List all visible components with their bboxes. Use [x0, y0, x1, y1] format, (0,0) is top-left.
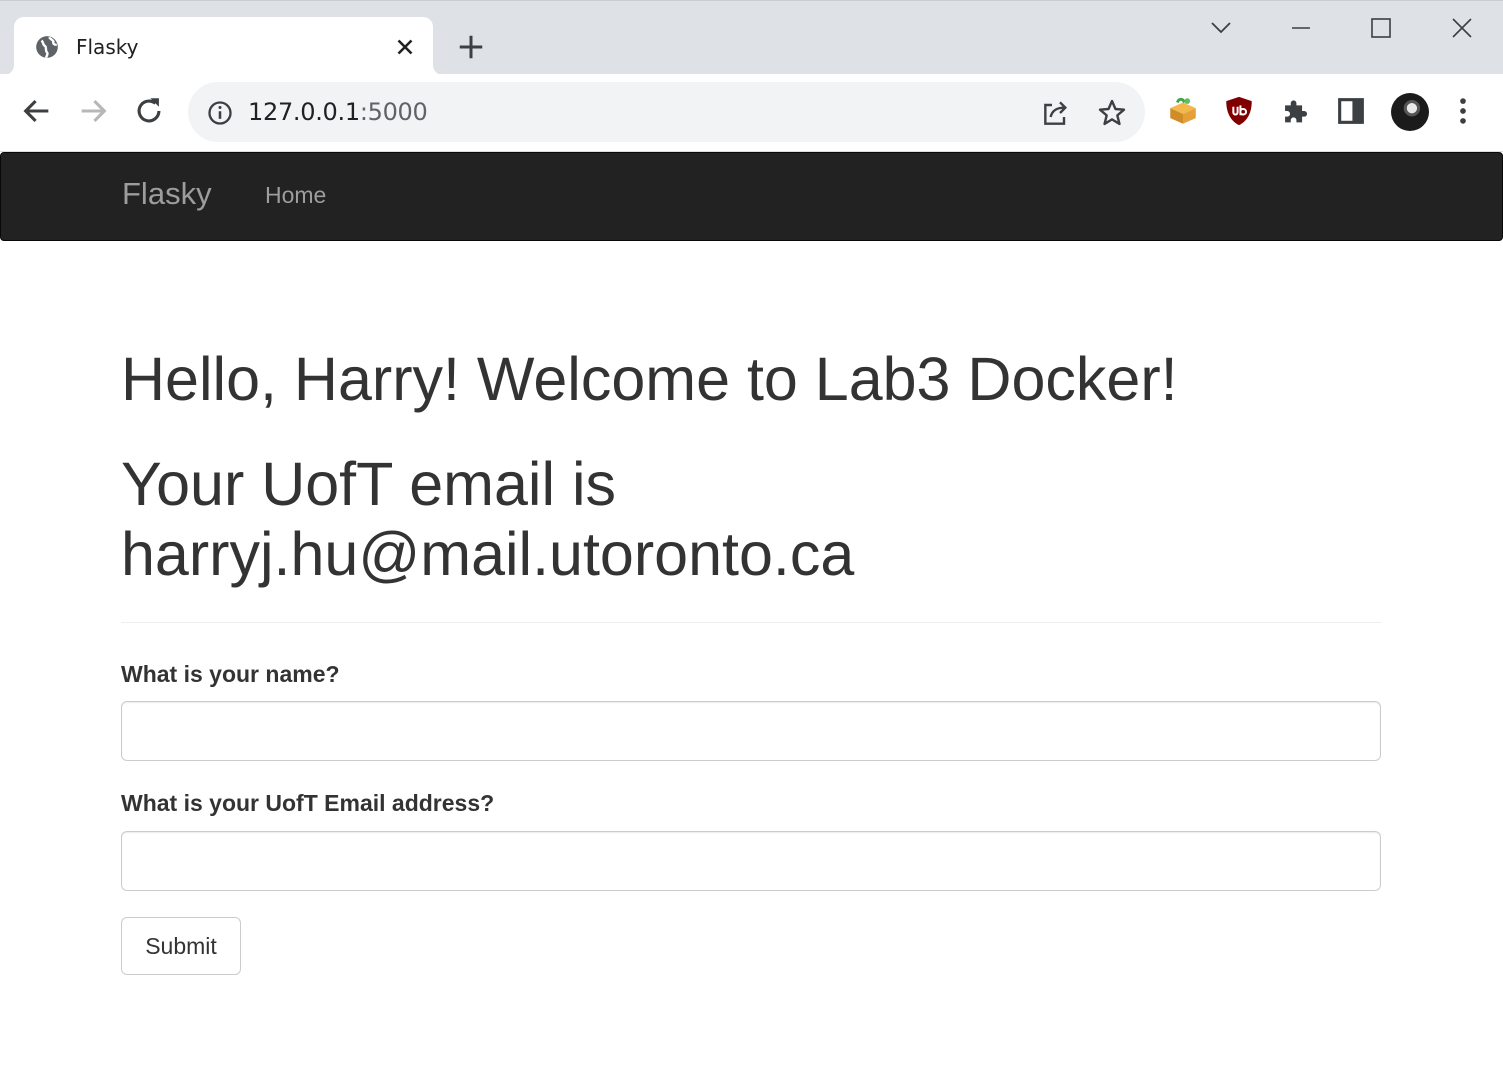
email-input[interactable] — [121, 831, 1381, 891]
close-icon[interactable] — [392, 34, 418, 60]
url-port: :5000 — [359, 98, 428, 126]
site-navbar: Flasky Home — [0, 152, 1503, 241]
puzzle-icon[interactable] — [1278, 94, 1312, 128]
side-panel-icon[interactable] — [1334, 94, 1368, 128]
page-header: Hello, Harry! Welcome to Lab3 Docker! Yo… — [121, 340, 1382, 589]
reload-icon[interactable] — [132, 94, 166, 128]
chevron-down-icon[interactable] — [1201, 11, 1241, 45]
minimize-icon[interactable] — [1281, 11, 1321, 45]
star-icon[interactable] — [1096, 97, 1128, 129]
ublock-shield-icon[interactable] — [1222, 94, 1256, 128]
avatar[interactable] — [1391, 93, 1429, 131]
nav-link-home[interactable]: Home — [265, 182, 326, 209]
email-heading-line2: harryj.hu@mail.utoronto.ca — [121, 520, 855, 588]
tab-title: Flasky — [76, 35, 139, 59]
email-heading-line1: Your UofT email is — [121, 450, 616, 518]
url-text: 127.0.0.1:5000 — [248, 98, 428, 126]
divider — [121, 622, 1382, 623]
maximize-icon[interactable] — [1361, 11, 1401, 45]
extension-box-icon[interactable] — [1166, 94, 1200, 128]
back-arrow-icon[interactable] — [20, 94, 54, 128]
email-label: What is your UofT Email address? — [121, 790, 495, 816]
browser-toolbar: 127.0.0.1:5000 — [0, 74, 1503, 152]
globe-icon — [36, 36, 58, 59]
navbar-brand[interactable]: Flasky — [122, 176, 212, 212]
plus-icon[interactable] — [456, 32, 486, 62]
email-heading: Your UofT email is harryj.hu@mail.utoron… — [121, 449, 1382, 589]
greeting-heading: Hello, Harry! Welcome to Lab3 Docker! — [121, 345, 1178, 413]
submit-button[interactable]: Submit — [121, 917, 241, 975]
forward-arrow-icon[interactable] — [76, 94, 110, 128]
name-label: What is your name? — [121, 661, 340, 687]
name-input[interactable] — [121, 701, 1381, 761]
kebab-menu-icon[interactable] — [1446, 94, 1480, 128]
address-bar[interactable]: 127.0.0.1:5000 — [188, 82, 1145, 142]
browser-tabstrip: Flasky — [0, 0, 1503, 75]
browser-tab-active[interactable]: Flasky — [4, 17, 443, 75]
close-window-icon[interactable] — [1442, 11, 1482, 45]
url-host: 127.0.0.1 — [248, 98, 360, 126]
share-icon[interactable] — [1040, 97, 1072, 129]
info-icon[interactable] — [206, 99, 234, 127]
